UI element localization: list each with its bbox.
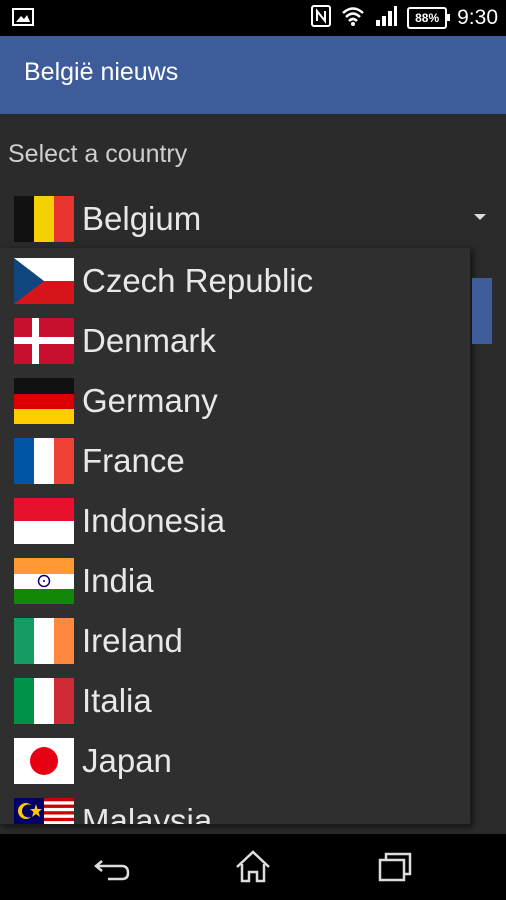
list-item-label: India [82, 562, 154, 599]
scrollbar-thumb[interactable] [472, 278, 492, 344]
list-item-japan[interactable]: Japan [0, 730, 470, 790]
status-bar: 88% 9:30 [0, 0, 506, 36]
country-spinner[interactable]: Belgium [0, 190, 506, 250]
list-item-label: Denmark [82, 322, 216, 359]
japan-flag-icon [14, 738, 74, 784]
battery-icon: 88% [407, 7, 451, 29]
back-icon[interactable] [92, 846, 134, 888]
action-bar: België nieuws [0, 36, 506, 114]
ireland-flag-icon [14, 618, 74, 664]
malaysia-flag-icon [14, 798, 74, 824]
clock: 9:30 [457, 6, 498, 29]
signal-icon [375, 6, 398, 30]
italy-flag-icon [14, 678, 74, 724]
list-item-denmark[interactable]: Denmark [0, 310, 470, 370]
nfc-icon [311, 5, 332, 31]
image-icon [12, 8, 34, 26]
list-item-label: Italia [82, 682, 152, 719]
belgium-flag-icon [14, 196, 74, 242]
france-flag-icon [14, 438, 74, 484]
list-item-czech-republic[interactable]: Czech Republic [0, 250, 470, 310]
list-item-label: France [82, 442, 185, 479]
home-icon[interactable] [232, 846, 274, 888]
list-item-label: Germany [82, 382, 218, 419]
navigation-bar [0, 834, 506, 900]
india-flag-icon [14, 558, 74, 604]
list-item-label: Malaysia [82, 802, 213, 825]
denmark-flag-icon [14, 318, 74, 364]
indonesia-flag-icon [14, 498, 74, 544]
list-item-label: Ireland [82, 622, 183, 659]
select-country-label: Select a country [8, 140, 188, 168]
czech-flag-icon [14, 258, 74, 304]
list-item-france[interactable]: France [0, 430, 470, 490]
list-item-india[interactable]: India [0, 550, 470, 610]
list-item-label: Indonesia [82, 502, 226, 539]
app-title: België nieuws [24, 58, 179, 86]
spinner-selected-value: Belgium [82, 200, 202, 237]
list-item-malaysia[interactable]: Malaysia [0, 790, 470, 825]
list-item-ireland[interactable]: Ireland [0, 610, 470, 670]
dropdown-arrow-icon [474, 214, 486, 220]
wifi-icon [341, 6, 365, 30]
battery-level: 88% [415, 11, 440, 25]
germany-flag-icon [14, 378, 74, 424]
country-dropdown-list[interactable]: Czech Republic Denmark Germany France In… [0, 248, 471, 825]
list-item-label: Japan [82, 742, 172, 779]
recents-icon[interactable] [374, 846, 416, 888]
list-item-label: Czech Republic [82, 262, 314, 299]
list-item-italia[interactable]: Italia [0, 670, 470, 730]
list-item-indonesia[interactable]: Indonesia [0, 490, 470, 550]
list-item-germany[interactable]: Germany [0, 370, 470, 430]
